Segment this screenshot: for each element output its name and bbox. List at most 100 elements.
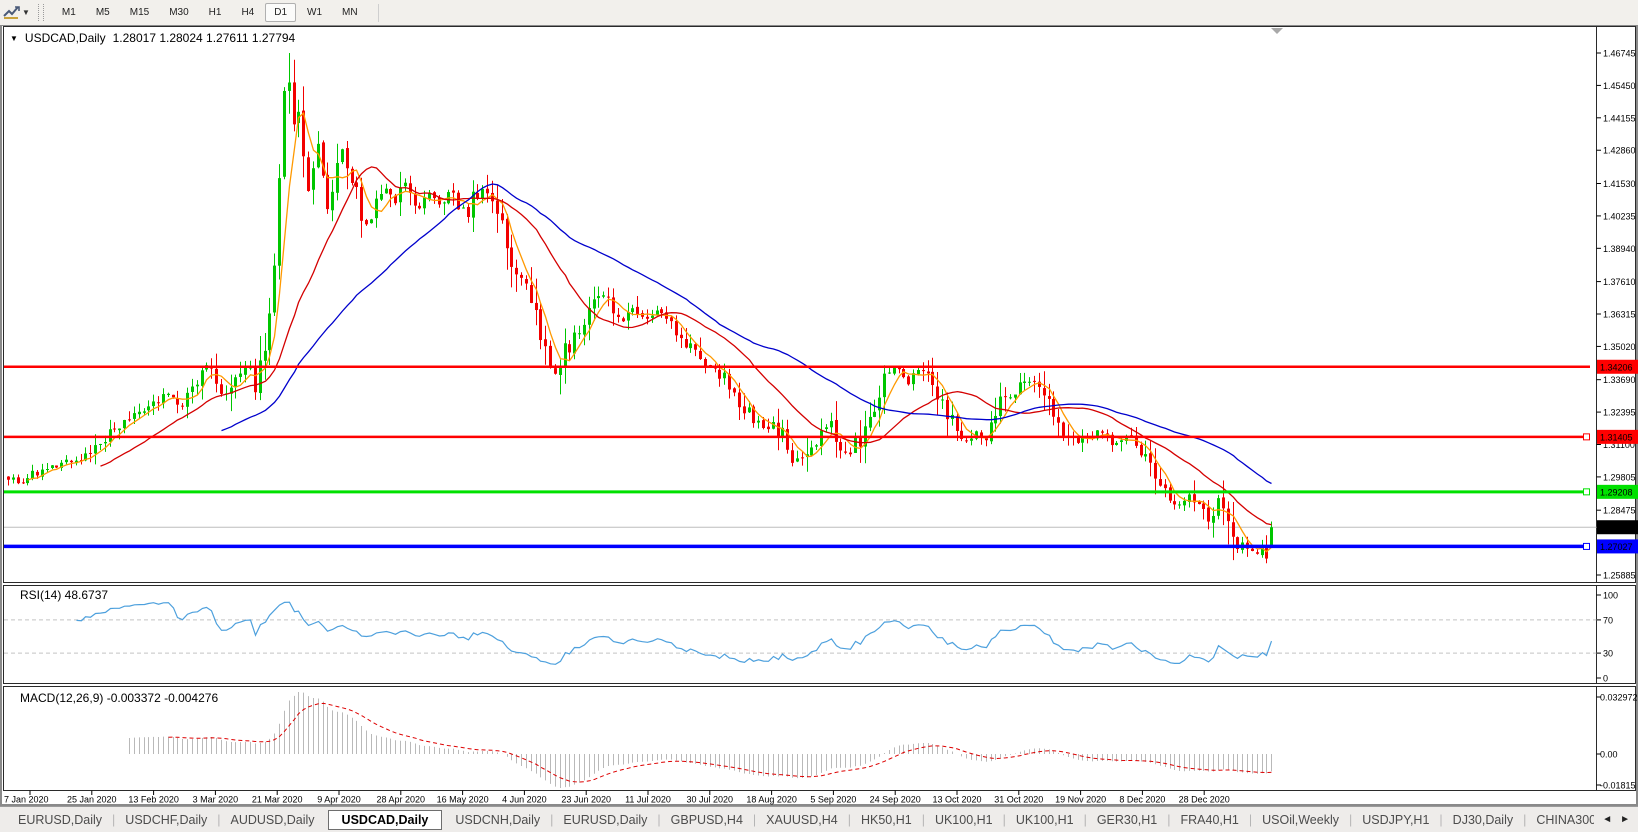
top-toolbar: ▼ M1 M5 M15 M30 H1 H4 D1 W1 MN	[0, 0, 1638, 25]
candle-body	[1256, 552, 1259, 554]
candle-body	[1028, 381, 1031, 383]
candle-body	[748, 407, 751, 413]
main-chart-panel[interactable]	[3, 26, 1636, 583]
candle-body	[617, 314, 620, 317]
price-tick-label: 1.32395	[1603, 408, 1636, 418]
symbol-tab-USDCHF-Daily[interactable]: USDCHF,Daily	[115, 810, 217, 830]
candle-body	[385, 188, 388, 194]
chart-window-border	[0, 25, 1638, 806]
candle-body	[89, 452, 92, 454]
candle-body	[65, 459, 68, 463]
symbol-tab-GER30-H1[interactable]: GER30,H1	[1087, 810, 1167, 830]
candle-body	[1202, 503, 1205, 509]
symbol-tab-CHINA300-H1[interactable]: CHINA300,H1	[1526, 810, 1594, 830]
hline-handle[interactable]	[1583, 542, 1590, 550]
candle-body	[1222, 497, 1225, 509]
rsi-panel[interactable]	[3, 585, 1636, 684]
candle-body	[660, 309, 663, 314]
candle-body	[796, 458, 799, 462]
candle-body	[104, 442, 107, 444]
timeframe-button-D1[interactable]: D1	[265, 3, 297, 22]
chart-canvas[interactable]: 1.46745 1.45450 1.44155 1.42860 1.41530 1.402…	[0, 25, 1638, 806]
candle-body	[607, 296, 610, 298]
symbol-tab-DJ30-Daily[interactable]: DJ30,Daily	[1443, 810, 1523, 830]
date-tick-label: 3 Mar 2020	[193, 795, 239, 805]
symbol-tab-XAUUSD-H4[interactable]: XAUUSD,H4	[756, 810, 848, 830]
timeframe-button-MN[interactable]: MN	[333, 3, 367, 22]
price-tick-label: 1.33690	[1603, 375, 1636, 385]
timeframe-button-M5[interactable]: M5	[87, 3, 119, 22]
candle-body	[733, 388, 736, 393]
date-tick-label: 19 Nov 2020	[1055, 795, 1106, 805]
symbol-tab-GBPUSD-H4[interactable]: GBPUSD,H4	[661, 810, 753, 830]
hline-handle[interactable]	[1583, 433, 1590, 441]
candle-body	[941, 399, 944, 401]
candle-body	[201, 370, 204, 386]
candle-body	[990, 422, 993, 442]
candle-body	[481, 188, 484, 199]
timeframe-button-M30[interactable]: M30	[160, 3, 197, 22]
candle-body	[380, 194, 383, 200]
candle-body	[869, 416, 872, 428]
symbol-tab-EURUSD-Daily[interactable]: EURUSD,Daily	[553, 810, 657, 830]
chevron-down-icon[interactable]: ▼	[22, 8, 30, 17]
candle-body	[927, 371, 930, 374]
tab-scroll-left-icon[interactable]: ◄	[1602, 814, 1612, 825]
timeframe-button-M1[interactable]: M1	[53, 3, 85, 22]
chart-tool-icon[interactable]	[2, 4, 20, 21]
timeframe-button-H4[interactable]: H4	[232, 3, 263, 22]
macd-tick-label: 0.00	[1600, 750, 1618, 760]
candle-body	[777, 422, 780, 438]
tab-scroll-right-icon[interactable]: ►	[1620, 814, 1630, 825]
date-tick-label: 28 Dec 2020	[1179, 795, 1230, 805]
candle-body	[389, 189, 392, 195]
candle-body	[172, 394, 175, 398]
candle-body	[646, 316, 649, 319]
candle-body	[1164, 484, 1167, 489]
symbol-tab-USDCAD-Daily[interactable]: USDCAD,Daily	[327, 809, 443, 830]
candle-body	[22, 482, 25, 484]
date-tick-label: 23 Jun 2020	[561, 795, 611, 805]
symbol-tab-USDJPY-H1[interactable]: USDJPY,H1	[1352, 810, 1439, 830]
timeframe-button-M15[interactable]: M15	[121, 3, 158, 22]
candle-body	[738, 392, 741, 408]
hline-price-label: 1.27027	[1600, 542, 1633, 552]
candle-body	[844, 451, 847, 453]
macd-panel[interactable]	[3, 686, 1636, 791]
candle-body	[670, 317, 673, 322]
symbol-tab-FRA40-H1[interactable]: FRA40,H1	[1171, 810, 1249, 830]
candle-body	[510, 247, 513, 267]
candle-body	[307, 157, 310, 191]
candle-body	[801, 457, 804, 459]
candle-body	[341, 149, 344, 163]
candle-body	[888, 372, 891, 374]
symbol-tab-UK100-H1[interactable]: UK100,H1	[1006, 810, 1084, 830]
candle-body	[336, 163, 339, 193]
symbol-tab-UK100-H1[interactable]: UK100,H1	[925, 810, 1003, 830]
candle-body	[186, 392, 189, 407]
rsi-line	[76, 601, 1273, 665]
candle-body	[602, 295, 605, 297]
candle-body	[418, 205, 421, 209]
symbol-tab-HK50-H1[interactable]: HK50,H1	[851, 810, 922, 830]
candle-body	[1173, 501, 1176, 505]
chart-shift-marker-icon[interactable]	[1271, 28, 1283, 34]
candle-body	[1043, 388, 1046, 396]
date-tick-label: 24 Sep 2020	[870, 795, 921, 805]
timeframe-button-H1[interactable]: H1	[200, 3, 231, 22]
date-tick-label: 13 Oct 2020	[932, 795, 981, 805]
candle-body	[331, 191, 334, 211]
timeframe-button-W1[interactable]: W1	[298, 3, 331, 22]
hline-handle[interactable]	[1583, 488, 1590, 496]
collapse-indicator-icon[interactable]: ▼	[10, 34, 18, 43]
symbol-tab-USOil-Weekly[interactable]: USOil,Weekly	[1252, 810, 1349, 830]
candle-body	[970, 438, 973, 441]
toolbar-grip[interactable]	[37, 4, 44, 21]
symbol-tab-USDCNH-Daily[interactable]: USDCNH,Daily	[445, 810, 550, 830]
symbol-tab-AUDUSD-Daily[interactable]: AUDUSD,Daily	[221, 810, 325, 830]
candle-body	[999, 396, 1002, 417]
candle-body	[278, 178, 281, 266]
candle-body	[423, 197, 426, 209]
symbol-tab-EURUSD-Daily[interactable]: EURUSD,Daily	[8, 810, 112, 830]
candle-body	[264, 350, 267, 361]
